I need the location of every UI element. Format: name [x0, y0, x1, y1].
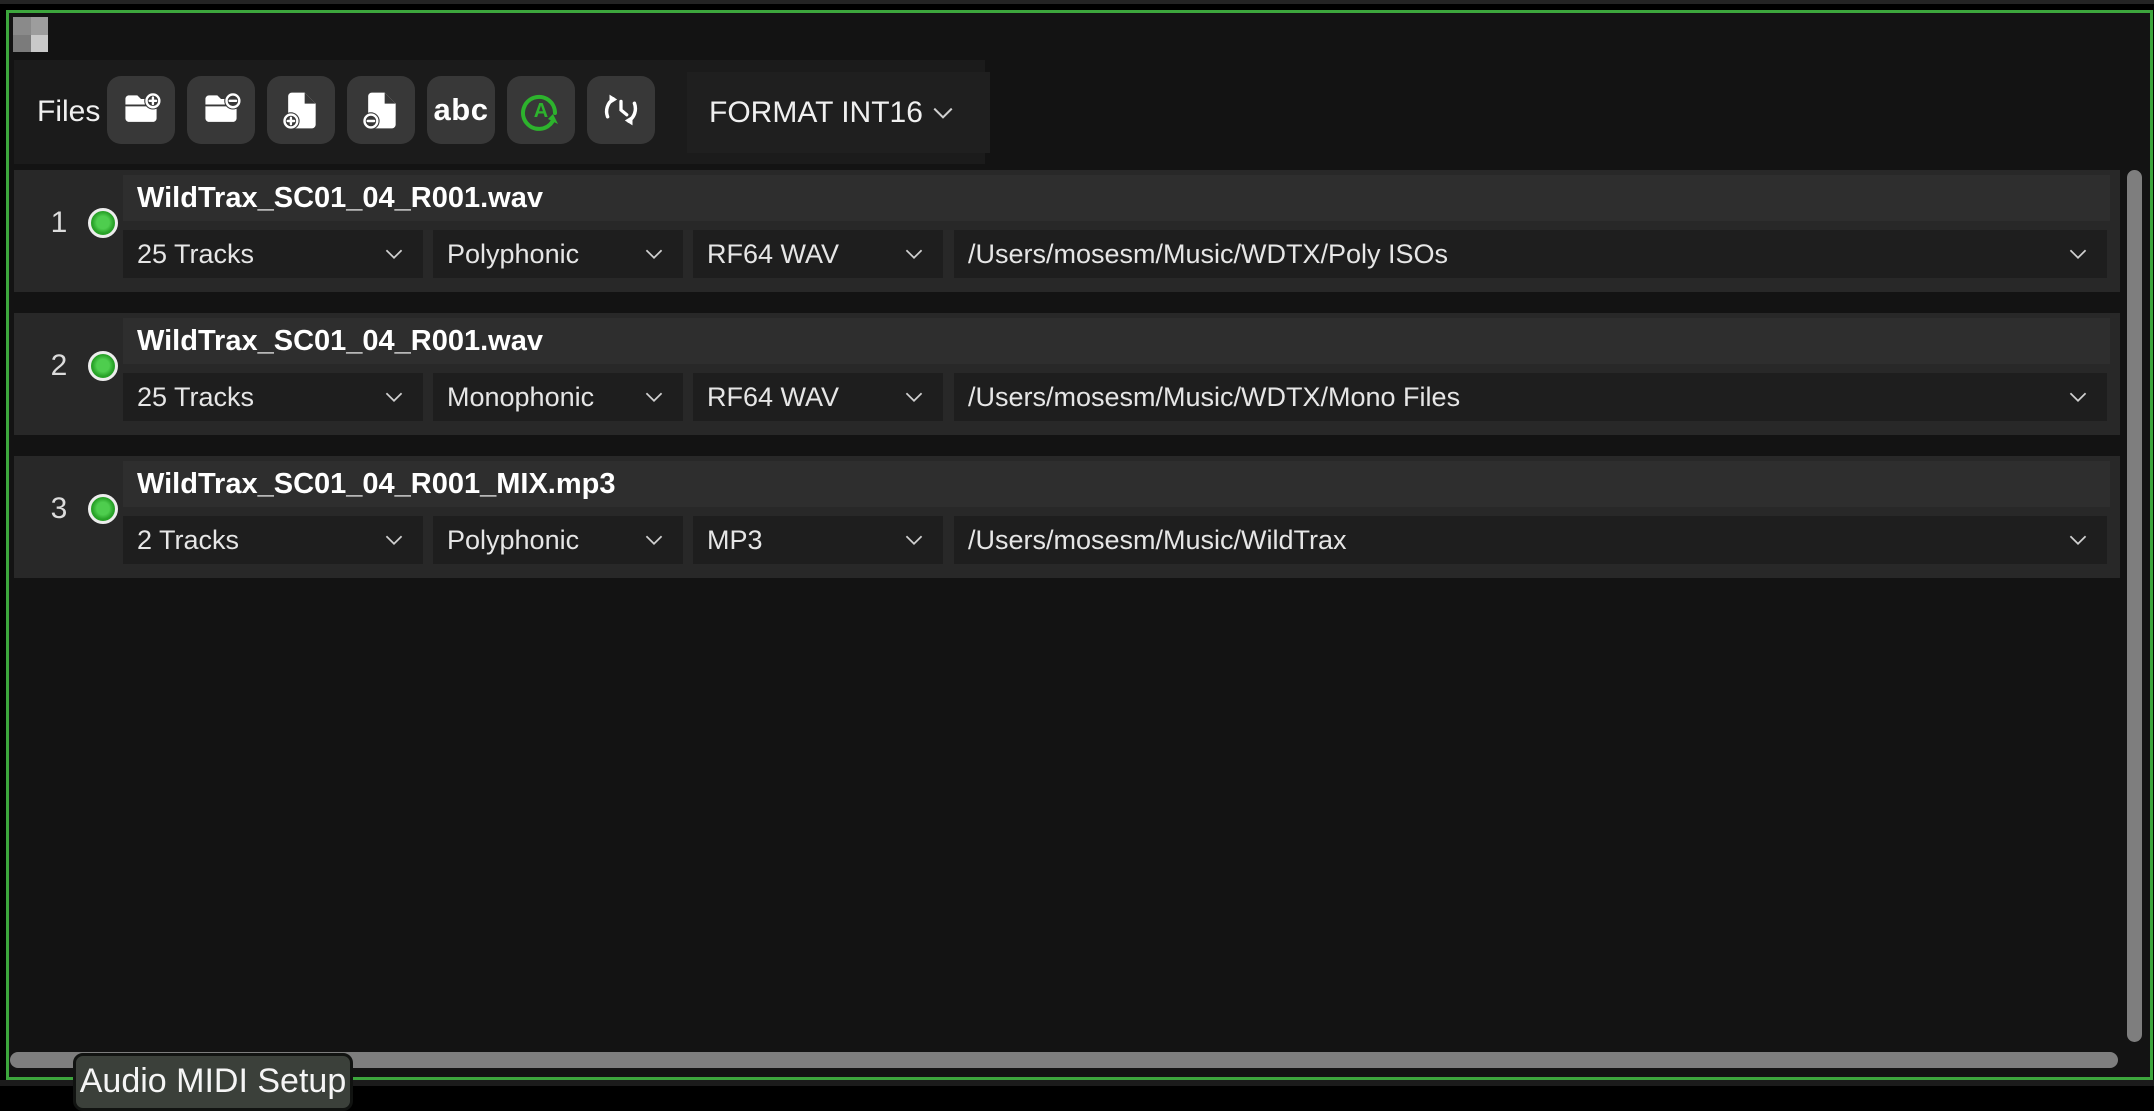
chevron-down-icon	[901, 241, 927, 267]
mode-value: Monophonic	[433, 382, 641, 413]
add-file-button[interactable]	[267, 76, 335, 144]
format-dropdown[interactable]: FORMAT INT16	[687, 72, 990, 153]
tracks-value: 2 Tracks	[123, 525, 381, 556]
add-folder-button[interactable]	[107, 76, 175, 144]
folder-minus-icon	[199, 88, 243, 132]
file-row[interactable]: 2 WildTrax_SC01_04_R001.wav 25 Tracks Mo…	[14, 313, 2120, 435]
files-section-label: Files	[37, 60, 100, 164]
file-row[interactable]: 3 WildTrax_SC01_04_R001_MIX.mp3 2 Tracks…	[14, 456, 2120, 578]
status-led	[88, 208, 118, 238]
format-dropdown-value: FORMAT INT16	[687, 96, 928, 130]
mode-dropdown[interactable]: Polyphonic	[433, 230, 683, 278]
format-value: MP3	[693, 525, 901, 556]
mode-dropdown[interactable]: Polyphonic	[433, 516, 683, 564]
auto-name-button[interactable]: A	[507, 76, 575, 144]
vertical-scrollbar[interactable]	[2127, 170, 2142, 1042]
remove-folder-button[interactable]	[187, 76, 255, 144]
path-dropdown[interactable]: /Users/mosesm/Music/WDTX/Mono Files	[954, 373, 2107, 421]
rename-abc-button[interactable]: abc	[427, 76, 495, 144]
desktop-top-strip	[0, 0, 2154, 4]
chevron-down-icon	[2065, 384, 2091, 410]
svg-text:A: A	[534, 100, 548, 122]
app-tooltip: Audio MIDI Setup	[73, 1053, 353, 1111]
chevron-down-icon	[901, 527, 927, 553]
format-value: RF64 WAV	[693, 239, 901, 270]
abc-label: abc	[434, 92, 489, 128]
file-minus-icon	[359, 88, 403, 132]
chevron-down-icon	[381, 527, 407, 553]
format-type-dropdown[interactable]: RF64 WAV	[693, 230, 943, 278]
format-value: RF64 WAV	[693, 382, 901, 413]
row-index: 3	[40, 492, 78, 526]
format-type-dropdown[interactable]: MP3	[693, 516, 943, 564]
chevron-down-icon	[2065, 527, 2091, 553]
row-index: 1	[40, 206, 78, 240]
mode-value: Polyphonic	[433, 239, 641, 270]
thumbnail-quadrant	[13, 35, 31, 53]
chevron-down-icon	[641, 527, 667, 553]
tracks-dropdown[interactable]: 25 Tracks	[123, 373, 423, 421]
window-thumbnail-icon	[13, 17, 48, 52]
path-value: /Users/mosesm/Music/WDTX/Mono Files	[954, 382, 2065, 413]
tracks-value: 25 Tracks	[123, 239, 381, 270]
chevron-down-icon	[381, 241, 407, 267]
folder-plus-icon	[119, 88, 163, 132]
chevron-down-icon	[641, 384, 667, 410]
file-plus-icon	[279, 88, 323, 132]
row-index: 2	[40, 349, 78, 383]
chevron-down-icon	[901, 384, 927, 410]
format-type-dropdown[interactable]: RF64 WAV	[693, 373, 943, 421]
status-led	[88, 351, 118, 381]
chevron-down-icon	[2065, 241, 2091, 267]
path-dropdown[interactable]: /Users/mosesm/Music/WildTrax	[954, 516, 2107, 564]
path-value: /Users/mosesm/Music/WDTX/Poly ISOs	[954, 239, 2065, 270]
filename-field[interactable]: WildTrax_SC01_04_R001.wav	[123, 318, 2110, 364]
file-row[interactable]: 1 WildTrax_SC01_04_R001.wav 25 Tracks Po…	[14, 170, 2120, 292]
path-value: /Users/mosesm/Music/WildTrax	[954, 525, 2065, 556]
filename-field[interactable]: WildTrax_SC01_04_R001_MIX.mp3	[123, 461, 2110, 507]
thumbnail-quadrant	[13, 17, 31, 35]
chevron-down-icon	[381, 384, 407, 410]
chevron-down-icon	[928, 98, 958, 128]
files-toolbar: Files	[14, 60, 985, 164]
mode-value: Polyphonic	[433, 525, 641, 556]
chevron-down-icon	[641, 241, 667, 267]
status-led	[88, 494, 118, 524]
sync-clock-icon	[598, 87, 644, 133]
tracks-dropdown[interactable]: 2 Tracks	[123, 516, 423, 564]
filename-field[interactable]: WildTrax_SC01_04_R001.wav	[123, 175, 2110, 221]
remove-file-button[interactable]	[347, 76, 415, 144]
tracks-dropdown[interactable]: 25 Tracks	[123, 230, 423, 278]
circular-arrow-a-icon: A	[517, 86, 565, 134]
mode-dropdown[interactable]: Monophonic	[433, 373, 683, 421]
path-dropdown[interactable]: /Users/mosesm/Music/WDTX/Poly ISOs	[954, 230, 2107, 278]
sync-history-button[interactable]	[587, 76, 655, 144]
thumbnail-quadrant	[31, 17, 49, 35]
thumbnail-quadrant	[31, 35, 49, 53]
tracks-value: 25 Tracks	[123, 382, 381, 413]
